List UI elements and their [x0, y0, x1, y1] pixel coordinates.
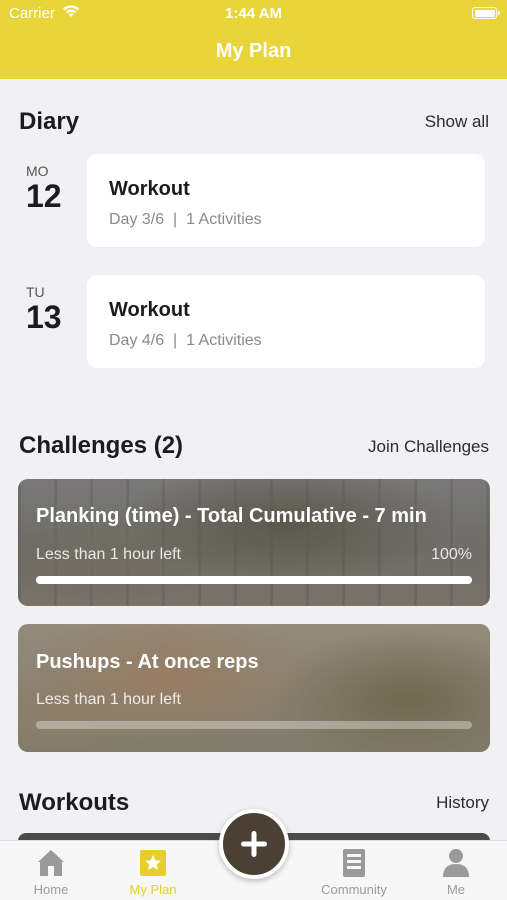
tab-label: Me	[446, 882, 466, 897]
diary-card-title: Workout	[109, 178, 190, 200]
challenges-title: Challenges (2)	[19, 432, 184, 459]
challenge-card[interactable]: Planking (time) - Total Cumulative - 7 m…	[18, 479, 490, 606]
progress-fill	[36, 576, 472, 584]
challenge-overlay	[18, 624, 490, 752]
tab-me[interactable]: Me	[416, 847, 496, 897]
diary-title: Diary	[19, 108, 80, 135]
plus-icon	[241, 831, 267, 857]
diary-card-subtitle: Day 3/6 | 1 Activities	[109, 211, 262, 228]
diary-date: TU 13	[26, 284, 76, 334]
challenge-title: Pushups - At once reps	[36, 651, 259, 673]
tab-label: My Plan	[129, 882, 177, 897]
tab-community[interactable]: Community	[314, 847, 394, 897]
challenge-overlay	[18, 479, 490, 606]
history-link[interactable]: History	[436, 793, 489, 813]
show-all-link[interactable]: Show all	[425, 112, 489, 132]
progress-bar	[36, 576, 472, 584]
tab-label: Home	[33, 882, 69, 897]
tab-home[interactable]: Home	[11, 847, 91, 897]
add-button[interactable]	[219, 809, 289, 879]
progress-percent: 100%	[431, 546, 472, 563]
diary-card-title: Workout	[109, 299, 190, 321]
challenge-title: Planking (time) - Total Cumulative - 7 m…	[36, 505, 427, 527]
tab-label: Community	[321, 882, 387, 897]
home-icon	[38, 850, 64, 876]
navigation-header: Carrier 1:44 AM My Plan	[0, 0, 507, 79]
time-left-label: Less than 1 hour left	[36, 691, 181, 708]
star-icon	[140, 850, 166, 876]
time-left-label: Less than 1 hour left	[36, 546, 181, 563]
person-icon	[443, 849, 469, 877]
book-icon	[343, 849, 365, 877]
join-challenges-link[interactable]: Join Challenges	[368, 437, 489, 457]
status-bar: Carrier 1:44 AM	[0, 0, 507, 28]
diary-card-subtitle: Day 4/6 | 1 Activities	[109, 332, 262, 349]
battery-icon	[472, 7, 500, 19]
challenge-card[interactable]: Pushups - At once reps Less than 1 hour …	[18, 624, 490, 752]
page-title: My Plan	[215, 40, 292, 62]
diary-card[interactable]: Workout Day 4/6 | 1 Activities	[87, 275, 485, 368]
diary-card[interactable]: Workout Day 3/6 | 1 Activities	[87, 154, 485, 247]
diary-date: MO 12	[26, 163, 76, 213]
tab-my-plan[interactable]: My Plan	[113, 847, 193, 897]
workouts-title: Workouts	[19, 789, 130, 816]
day-number: 13	[26, 299, 62, 335]
day-number: 12	[26, 178, 62, 214]
day-of-week: TU	[26, 284, 45, 300]
status-time: 1:44 AM	[225, 5, 282, 22]
day-of-week: MO	[26, 163, 49, 179]
progress-bar	[36, 721, 472, 729]
